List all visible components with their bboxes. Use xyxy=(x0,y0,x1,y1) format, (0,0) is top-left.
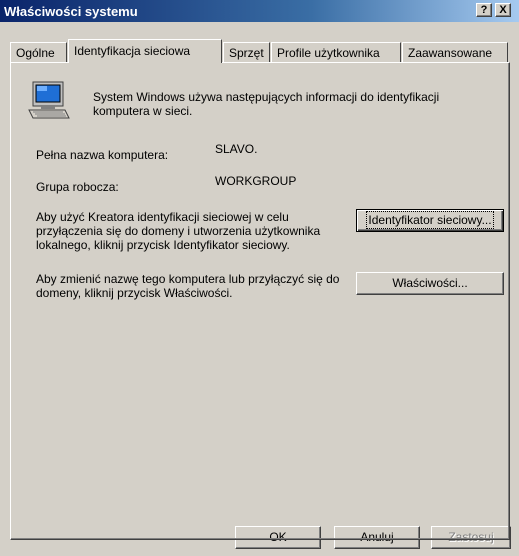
help-icon[interactable]: ? xyxy=(476,3,492,17)
window-title: Właściwości systemu xyxy=(4,4,138,19)
tab-panel xyxy=(10,62,510,540)
tab-user-profiles[interactable]: Profile użytkownika xyxy=(271,42,401,62)
title-bar[interactable]: Właściwości systemu ? X xyxy=(0,0,519,22)
tab-hardware[interactable]: Sprzęt xyxy=(223,42,270,62)
close-icon[interactable]: X xyxy=(495,3,511,17)
tab-advanced[interactable]: Zaawansowane xyxy=(402,42,508,62)
tab-general[interactable]: Ogólne xyxy=(10,42,67,62)
tab-network-identification[interactable]: Identyfikacja sieciowa xyxy=(68,39,222,63)
